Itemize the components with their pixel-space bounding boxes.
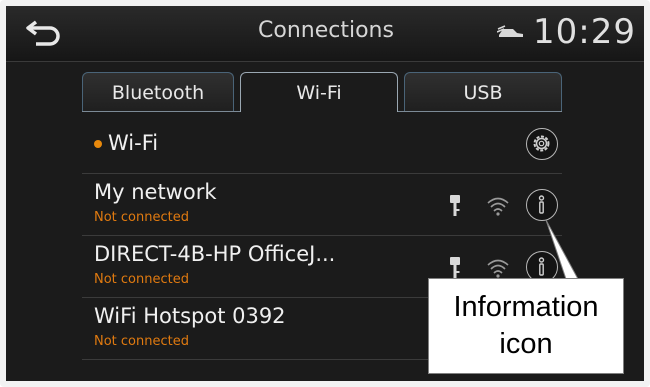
network-status: Not connected — [94, 210, 189, 225]
callout-line2: icon — [499, 328, 553, 360]
clock: 10:29 — [533, 12, 636, 52]
header-bar: Connections 10:29 — [6, 6, 644, 62]
wifi-toggle-label: Wi-Fi — [94, 131, 158, 155]
settings-button[interactable] — [526, 128, 558, 160]
info-icon — [538, 257, 545, 276]
key-icon — [450, 257, 460, 278]
wifi-signal-icon — [487, 259, 509, 278]
tab-bluetooth[interactable]: Bluetooth — [82, 72, 234, 112]
tab-wifi[interactable]: Wi-Fi — [240, 72, 398, 112]
tab-usb[interactable]: USB — [404, 72, 562, 112]
network-row[interactable]: My network Not connected — [82, 174, 562, 236]
car-icon — [497, 25, 524, 37]
network-name: My network — [94, 180, 217, 204]
gear-icon — [533, 135, 550, 152]
info-icon — [538, 195, 545, 214]
status-area: 10:29 — [497, 10, 636, 54]
back-arrow-icon — [26, 20, 60, 46]
wifi-signal-icon — [487, 197, 509, 216]
page-title: Connections — [258, 18, 394, 43]
status-dot — [94, 140, 102, 148]
information-icon-callout: Information icon — [428, 278, 624, 374]
network-status: Not connected — [94, 272, 189, 287]
back-button[interactable] — [24, 16, 66, 52]
key-icon — [450, 195, 460, 216]
network-name: DIRECT-4B-HP OfficeJ... — [94, 242, 336, 266]
tab-bar: Bluetooth Wi-Fi USB — [82, 72, 562, 112]
network-status: Not connected — [94, 334, 189, 349]
callout-line1: Information — [453, 291, 599, 323]
wifi-toggle-row[interactable]: Wi-Fi — [82, 116, 562, 174]
network-name: WiFi Hotspot 0392 — [94, 304, 286, 328]
info-button[interactable] — [526, 189, 558, 221]
